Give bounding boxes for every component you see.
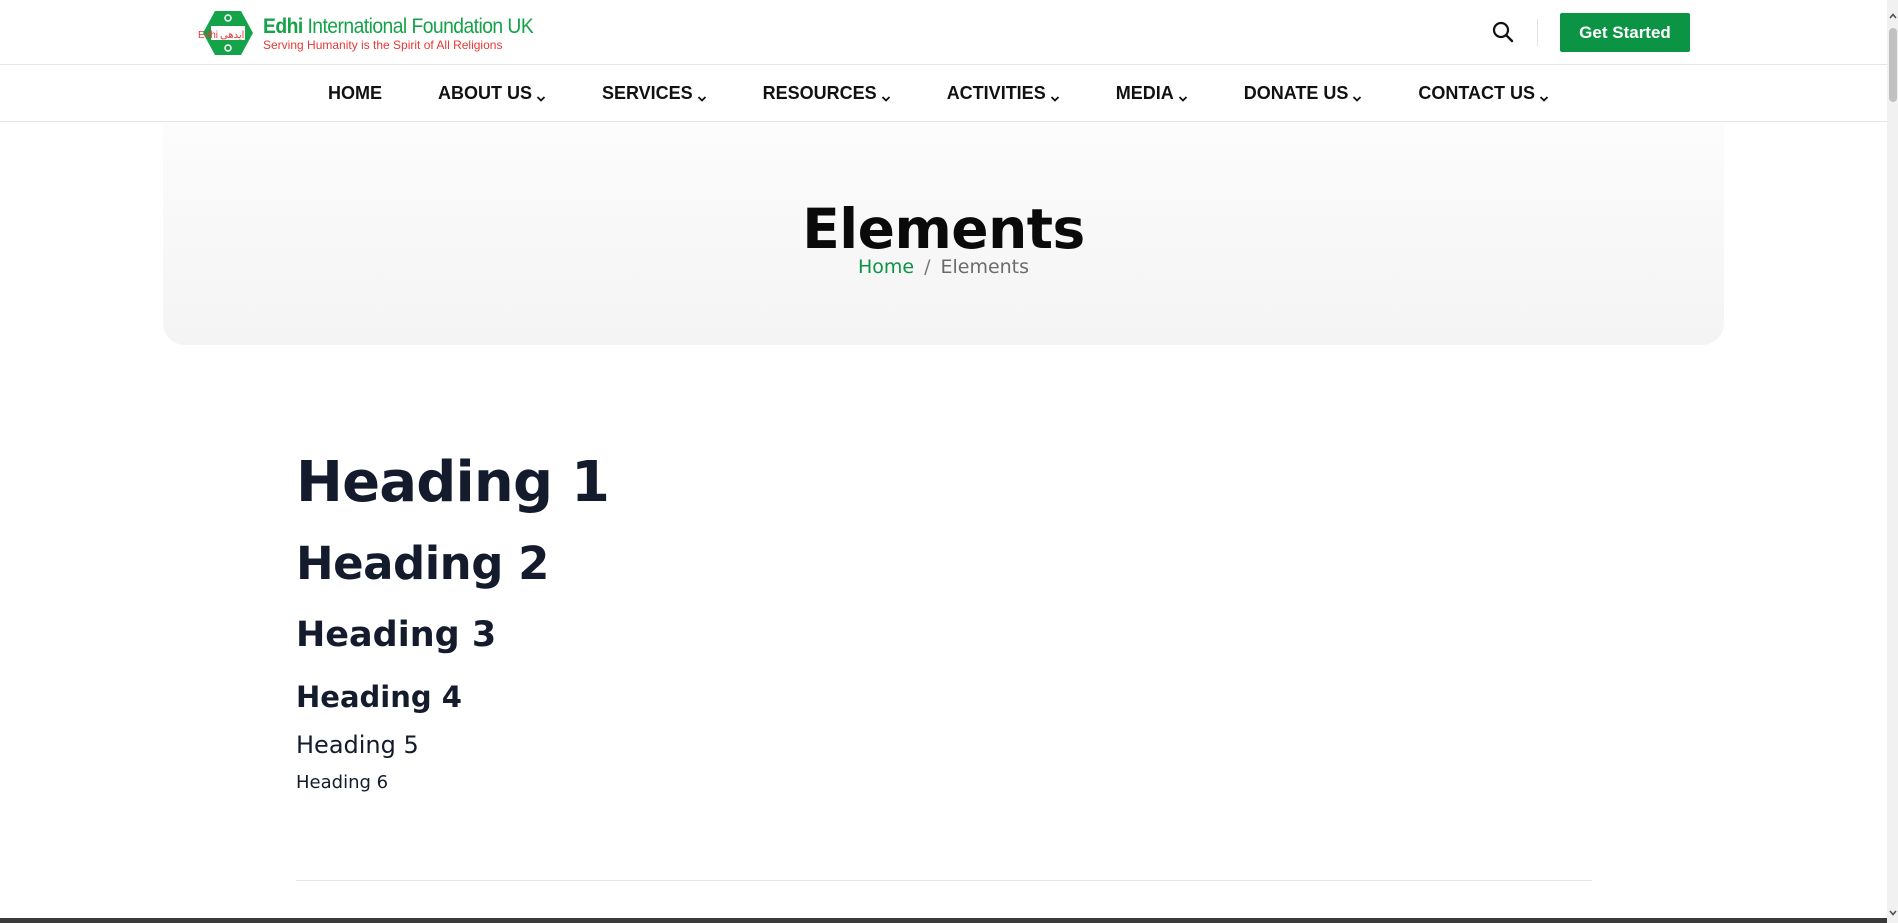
- logo-title: Edhi International Foundation UK: [263, 14, 534, 38]
- heading-6: Heading 6: [296, 772, 389, 793]
- nav-item-label: HOME: [327, 82, 382, 103]
- nav-item-label: ABOUT US: [437, 82, 532, 103]
- nav-item-activities[interactable]: ACTIVITIES: [947, 83, 1060, 104]
- window-bottom-edge: [0, 918, 1887, 923]
- scroll-up-arrow-icon[interactable]: [1888, 6, 1898, 19]
- nav-item-media[interactable]: MEDIA: [1116, 83, 1188, 104]
- page: Edhi ایدھی Edhi International Foundation…: [0, 0, 1898, 923]
- heading-2: Heading 2: [296, 537, 549, 590]
- heading-samples: Heading 1 Heading 2 Heading 3 Heading 4 …: [296, 450, 610, 793]
- nav-item-label: MEDIA: [1115, 82, 1174, 103]
- get-started-button[interactable]: Get Started: [1560, 13, 1690, 52]
- scrollbar-thumb[interactable]: [1889, 28, 1897, 102]
- nav-item-resources[interactable]: RESOURCES: [763, 83, 891, 104]
- nav-item-contact-us[interactable]: CONTACT US: [1418, 83, 1549, 104]
- breadcrumb-home-link[interactable]: Home: [858, 256, 914, 278]
- chevron-down-icon: [881, 88, 891, 102]
- heading-5: Heading 5: [296, 731, 419, 759]
- logo-tagline: Serving Humanity is the Spirit of All Re…: [263, 37, 503, 52]
- nav-item-label: DONATE US: [1243, 82, 1349, 103]
- page-hero: Elements Home / Elements: [163, 122, 1724, 345]
- chevron-down-icon: [536, 88, 546, 102]
- breadcrumb-separator: /: [924, 256, 931, 278]
- nav-item-label: CONTACT US: [1418, 82, 1536, 103]
- chevron-down-icon: [1539, 88, 1549, 102]
- breadcrumb-current: Elements: [940, 256, 1030, 278]
- nav-item-label: SERVICES: [601, 82, 693, 103]
- heading-3: Heading 3: [296, 615, 497, 655]
- header-divider: [1537, 19, 1538, 46]
- svg-text:ایدھی: ایدھی: [220, 30, 244, 41]
- nav-item-label: ACTIVITIES: [946, 82, 1046, 103]
- logo-mark-icon: Edhi ایدھی: [197, 9, 259, 57]
- nav-item-about-us[interactable]: ABOUT US: [438, 83, 546, 104]
- section-divider: [296, 880, 1592, 881]
- main-nav: HOME ABOUT US SERVICES RESOURCES ACTIVIT…: [0, 65, 1887, 122]
- scroll-down-arrow-icon[interactable]: [1888, 903, 1898, 916]
- search-icon[interactable]: [1491, 20, 1515, 44]
- chevron-down-icon: [697, 88, 707, 102]
- top-bar: Edhi ایدھی Edhi International Foundation…: [0, 0, 1887, 65]
- chevron-down-icon: [1178, 88, 1188, 102]
- heading-4: Heading 4: [296, 680, 462, 714]
- nav-item-label: RESOURCES: [762, 82, 877, 103]
- breadcrumb: Home / Elements: [163, 256, 1724, 278]
- nav-item-home[interactable]: HOME: [328, 83, 382, 104]
- vertical-scrollbar[interactable]: [1887, 0, 1898, 923]
- svg-text:Edhi: Edhi: [198, 30, 218, 41]
- chevron-down-icon: [1050, 88, 1060, 102]
- page-title: Elements: [802, 196, 1085, 261]
- nav-item-donate-us[interactable]: DONATE US: [1244, 83, 1363, 104]
- chevron-down-icon: [1352, 88, 1362, 102]
- heading-1: Heading 1: [296, 450, 610, 515]
- site-logo[interactable]: Edhi ایدھی Edhi International Foundation…: [197, 9, 557, 57]
- nav-item-services[interactable]: SERVICES: [602, 83, 707, 104]
